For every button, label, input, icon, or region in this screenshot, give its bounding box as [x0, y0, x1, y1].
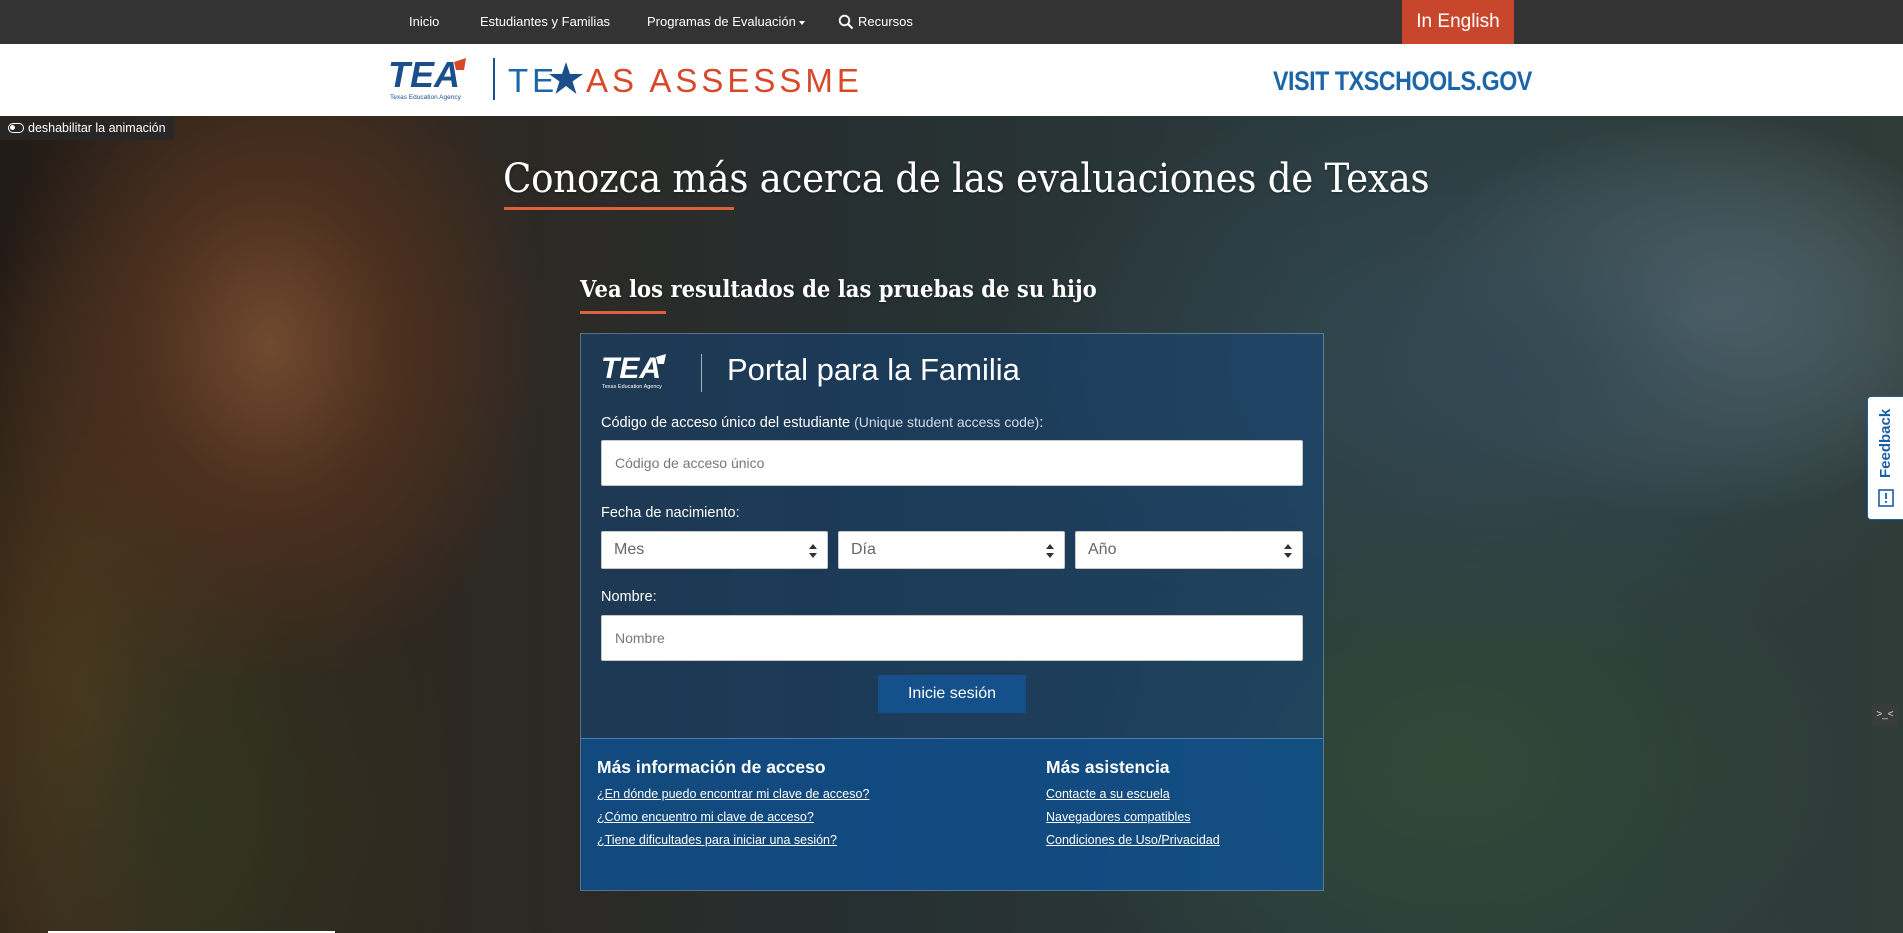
feedback-label: Feedback: [1877, 408, 1894, 478]
help-heading: Más asistencia: [1046, 757, 1170, 777]
portal-tea-logo-subtext: Texas Education Agency: [602, 384, 662, 390]
portal-tea-logo-text: TEA: [601, 352, 661, 385]
texas-assessment-logo[interactable]: TE AS ASSESSMENT: [508, 60, 860, 100]
results-subtitle: Vea los resultados de las pruebas de su …: [580, 276, 1097, 303]
month-select[interactable]: Mes: [601, 531, 828, 569]
nav-inicio[interactable]: Inicio: [409, 0, 439, 44]
help-column: Más asistencia Contacte a su escuela Nav…: [1046, 757, 1220, 856]
day-select-value: Día: [851, 541, 876, 558]
results-subtitle-underline: [580, 311, 666, 314]
access-code-colon: :: [1039, 415, 1044, 431]
day-select[interactable]: Día: [838, 531, 1065, 569]
link-login-trouble[interactable]: ¿Tiene dificultades para iniciar una ses…: [597, 833, 869, 847]
link-how-find-access-code[interactable]: ¿Cómo encuentro mi clave de acceso?: [597, 810, 869, 824]
access-info-column: Más información de acceso ¿En dónde pued…: [597, 757, 869, 856]
search-icon: [838, 14, 854, 29]
in-english-button[interactable]: In English: [1402, 0, 1514, 44]
nav-recursos[interactable]: Recursos: [838, 0, 913, 44]
link-compatible-browsers[interactable]: Navegadores compatibles: [1046, 810, 1220, 824]
top-navigation: Inicio Estudiantes y Familias Programas …: [0, 0, 1903, 44]
access-info-heading: Más información de acceso: [597, 757, 826, 777]
logo-bar: TEA Texas Education Agency TE AS ASSESSM…: [0, 44, 1903, 116]
nav-programas-evaluacion[interactable]: Programas de Evaluación: [647, 0, 805, 44]
chevron-down-icon: [798, 20, 805, 25]
tea-logo[interactable]: TEA Texas Education Agency: [388, 56, 480, 102]
portal-divider: [701, 354, 702, 392]
select-arrows-icon: [1284, 544, 1292, 558]
year-select-value: Año: [1088, 541, 1117, 558]
month-select-value: Mes: [614, 541, 645, 558]
select-arrows-icon: [1046, 544, 1054, 558]
dob-label: Fecha de nacimiento:: [601, 505, 740, 521]
help-section: Más información de acceso ¿En dónde pued…: [581, 738, 1323, 890]
logo-divider: [493, 58, 495, 100]
login-button[interactable]: Inicie sesión: [878, 675, 1026, 713]
feedback-icon: [1878, 489, 1894, 507]
toggle-icon: [8, 122, 24, 133]
access-code-input[interactable]: [601, 440, 1303, 486]
portal-title: Portal para la Familia: [727, 352, 1020, 387]
nav-estudiantes-familias[interactable]: Estudiantes y Familias: [480, 0, 610, 44]
hero-title-underline: [504, 207, 734, 210]
hero-title: Conozca más acerca de las evaluaciones d…: [503, 156, 1430, 202]
disable-animation-label: deshabilitar la animación: [28, 121, 166, 135]
nav-programas-label: Programas de Evaluación: [647, 14, 796, 29]
portal-tea-logo: TEA Texas Education Agency: [601, 352, 666, 390]
login-form: TEA Texas Education Agency Portal para l…: [581, 334, 1323, 738]
hero-section: deshabilitar la animación Conozca más ac…: [0, 116, 1903, 933]
access-code-hint: (Unique student access code): [854, 414, 1040, 430]
access-code-label: Código de acceso único del estudiante (U…: [601, 414, 1043, 431]
visit-txschools-link[interactable]: VISIT TXSCHOOLS.GOV: [1273, 66, 1532, 97]
side-widget-icon[interactable]: >_<: [1872, 704, 1898, 726]
disable-animation-toggle[interactable]: deshabilitar la animación: [0, 116, 174, 140]
select-arrows-icon: [809, 544, 817, 558]
access-code-label-text: Código de acceso único del estudiante: [601, 415, 851, 431]
link-terms-privacy[interactable]: Condiciones de Uso/Privacidad: [1046, 833, 1220, 847]
family-portal-card: TEA Texas Education Agency Portal para l…: [580, 333, 1324, 891]
texas-assessment-logo-left: TE: [508, 62, 558, 99]
nav-recursos-label: Recursos: [858, 14, 913, 29]
tea-logo-subtext: Texas Education Agency: [390, 94, 462, 101]
name-input[interactable]: [601, 615, 1303, 661]
texas-assessment-logo-right: AS ASSESSMENT: [586, 62, 860, 99]
name-label: Nombre:: [601, 589, 657, 605]
link-find-access-code[interactable]: ¿En dónde puedo encontrar mi clave de ac…: [597, 787, 869, 801]
tea-logo-text: TEA: [388, 56, 460, 95]
year-select[interactable]: Año: [1075, 531, 1303, 569]
link-contact-school[interactable]: Contacte a su escuela: [1046, 787, 1220, 801]
feedback-tab[interactable]: Feedback: [1867, 396, 1903, 520]
